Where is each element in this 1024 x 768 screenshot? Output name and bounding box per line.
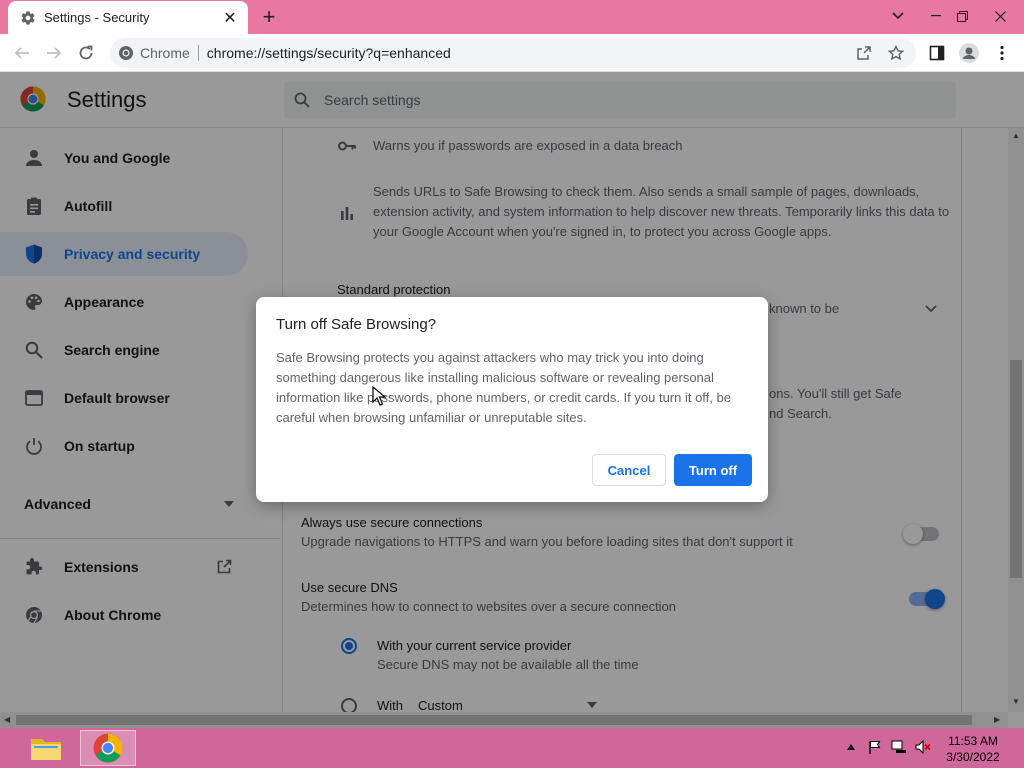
dialog-title: Turn off Safe Browsing? [276, 316, 437, 333]
side-panel-button[interactable] [924, 40, 950, 66]
system-clock[interactable]: 11:53 AM 3/30/2022 [938, 733, 1008, 765]
network-icon[interactable] [890, 738, 908, 756]
file-explorer-taskbar-button[interactable] [18, 730, 74, 766]
profile-button[interactable] [956, 40, 982, 66]
tab-search-button[interactable] [882, 4, 914, 28]
folder-icon [31, 739, 61, 760]
side-panel-icon [929, 45, 945, 61]
close-icon [994, 10, 1006, 22]
turn-off-safe-browsing-dialog: Turn off Safe Browsing? Safe Browsing pr… [256, 297, 768, 502]
restore-icon [956, 10, 968, 22]
chrome-site-icon [119, 46, 133, 60]
action-center-flag-icon[interactable] [866, 738, 884, 756]
browser-toolbar: Chrome chrome://settings/security?q=enha… [0, 34, 1024, 72]
back-button[interactable] [9, 40, 35, 66]
reload-icon [79, 45, 93, 60]
chrome-logo-icon [93, 733, 123, 763]
windows-taskbar: 11:53 AM 3/30/2022 [0, 728, 1024, 768]
gear-icon [21, 10, 35, 25]
forward-button[interactable] [41, 40, 67, 66]
volume-muted-icon[interactable] [914, 738, 932, 756]
share-icon[interactable] [856, 45, 872, 61]
turn-off-button[interactable]: Turn off [674, 454, 752, 486]
close-tab-icon[interactable]: ✕ [222, 10, 238, 27]
chevron-down-icon [892, 12, 904, 20]
title-bar: Settings - Security ✕ + [0, 0, 1024, 34]
omnibox-divider [197, 45, 199, 61]
clock-date: 3/30/2022 [946, 750, 1000, 764]
clock-time: 11:53 AM [948, 734, 998, 748]
chrome-taskbar-button[interactable] [80, 730, 136, 766]
new-tab-button[interactable]: + [258, 4, 280, 29]
show-hidden-icons-button[interactable] [842, 738, 860, 756]
close-window-button[interactable] [984, 4, 1016, 28]
active-tab[interactable]: Settings - Security ✕ [8, 1, 248, 34]
dialog-body: Safe Browsing protects you against attac… [276, 350, 731, 425]
arrow-left-icon [14, 47, 29, 59]
reload-button[interactable] [73, 40, 99, 66]
mouse-cursor-icon [372, 386, 386, 406]
url-text[interactable]: chrome://settings/security?q=enhanced [207, 45, 451, 61]
minimize-icon [931, 15, 941, 17]
chevron-up-icon [847, 744, 855, 750]
site-name: Chrome [140, 45, 190, 61]
arrow-right-icon [47, 47, 62, 59]
bookmark-star-icon[interactable] [888, 45, 904, 61]
profile-avatar-icon [959, 43, 979, 63]
restore-button[interactable] [946, 4, 978, 28]
address-bar[interactable]: Chrome chrome://settings/security?q=enha… [110, 38, 916, 68]
cancel-button[interactable]: Cancel [592, 454, 666, 486]
menu-button[interactable] [989, 40, 1015, 66]
kebab-menu-icon [1000, 45, 1004, 61]
tab-title: Settings - Security [44, 10, 150, 25]
